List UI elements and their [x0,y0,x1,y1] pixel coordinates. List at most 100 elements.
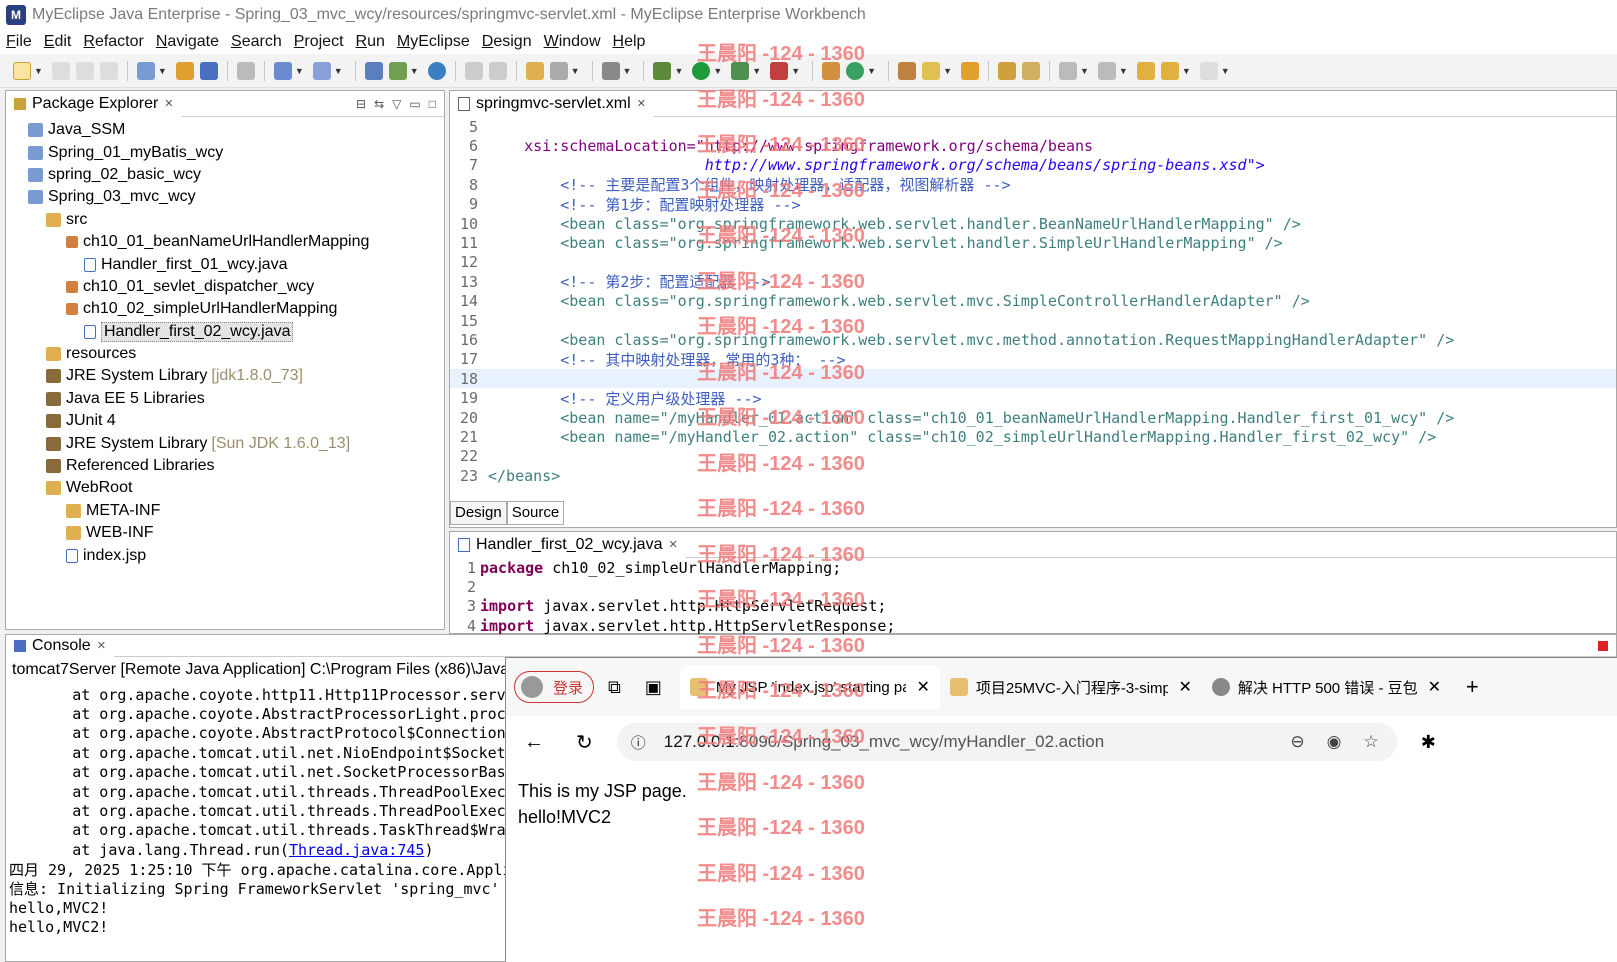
tree-item[interactable]: Handler_first_01_wcy.java [6,253,444,275]
terminal-icon[interactable] [601,61,620,80]
tree-item[interactable]: Spring_01_myBatis_wcy [6,141,444,163]
collapse-all-icon[interactable]: ⊟ [356,97,366,111]
tab-handler-first-02[interactable]: Handler_first_02_wcy.java ✕ [450,531,686,558]
menu-edit[interactable]: Edit [44,33,72,51]
tree-item[interactable]: Spring_03_mvc_wcy [6,186,444,208]
tree-item[interactable]: ch10_02_simpleUrlHandlerMapping [6,298,444,320]
save-all-icon[interactable] [75,61,94,80]
tab-design[interactable]: Design [450,501,507,525]
menu-refactor[interactable]: Refactor [83,33,143,51]
menu-myeclipse[interactable]: MyEclipse [397,33,470,51]
tab-actions-icon[interactable]: ▣ [645,677,662,698]
save-icon[interactable] [51,61,70,80]
database-icon[interactable] [236,61,255,80]
back-arrow-icon[interactable]: ← [524,731,544,754]
tree-item[interactable]: spring_02_basic_wcy [6,164,444,186]
close-icon[interactable]: ✕ [164,97,173,110]
tree-item[interactable]: resources [6,343,444,365]
tree-item[interactable]: WEB-INF [6,522,444,544]
forward-icon[interactable] [1199,61,1218,80]
next-annotation-icon[interactable] [1058,61,1077,80]
tree-item[interactable]: index.jsp [6,544,444,566]
menu-window[interactable]: Window [544,33,601,51]
view-menu-icon[interactable]: ▽ [392,97,401,111]
prev-annotation-icon[interactable] [1097,61,1116,80]
back-history-icon[interactable] [464,61,483,80]
tree-item[interactable]: ch10_01_beanNameUrlHandlerMapping [6,231,444,253]
browser-tab[interactable]: 项目25MVC-入门程序-3-simp ✕ [940,665,1202,709]
menu-design[interactable]: Design [482,33,532,51]
toggle-mark-icon[interactable] [997,61,1016,80]
forward-history-icon[interactable] [488,61,507,80]
report-run-icon[interactable] [312,61,331,80]
annotate-icon[interactable] [922,61,941,80]
tab-source[interactable]: Source [506,501,565,525]
tree-item-selected[interactable]: Handler_first_02_wcy.java [6,321,444,343]
server-icon[interactable] [136,61,155,80]
maximize-icon[interactable]: □ [429,97,436,111]
login-button[interactable]: 登录 [514,671,594,703]
last-edit-icon[interactable] [1136,61,1155,80]
tree-item[interactable]: Java_SSM [6,119,444,141]
new-package-icon[interactable] [846,61,865,80]
external-tools-icon[interactable] [770,61,789,80]
search-files-icon[interactable] [898,61,917,80]
zoom-out-icon[interactable]: ⊖ [1290,732,1304,752]
new-web-project-icon[interactable] [364,61,383,80]
tree-item[interactable]: Referenced Libraries [6,455,444,477]
minimize-icon[interactable]: ▭ [409,97,420,111]
menu-project[interactable]: Project [294,33,344,51]
refresh-icon[interactable]: ↻ [576,730,593,755]
tree-item[interactable]: JRE System Library [jdk1.8.0_73] [6,365,444,387]
menu-run[interactable]: Run [356,33,385,51]
open-type-icon[interactable] [525,61,544,80]
tab-springmvc-servlet[interactable]: springmvc-servlet.xml ✕ [450,90,654,117]
xml-code-area[interactable]: 5 6 xsi:schemaLocation="http://www.sprin… [450,117,1616,501]
close-icon[interactable]: ✕ [97,639,106,652]
open-folder-icon[interactable] [960,61,979,80]
browser-icon[interactable] [427,61,446,80]
package-icon[interactable] [199,61,218,80]
java-code-area[interactable]: 1 package ch10_02_simpleUrlHandlerMapping… [450,558,1616,636]
debug-icon[interactable] [653,61,672,80]
report-icon[interactable] [273,61,292,80]
tree-item[interactable]: ch10_01_sevlet_dispatcher_wcy [6,276,444,298]
tree-item[interactable]: WebRoot [6,477,444,499]
close-tab-icon[interactable]: ✕ [1178,677,1191,697]
menu-navigate[interactable]: Navigate [156,33,219,51]
close-tab-icon[interactable]: ✕ [1428,677,1441,697]
terminate-icon[interactable] [1598,640,1608,651]
back-icon[interactable] [1160,61,1179,80]
favorite-star-icon[interactable]: ☆ [1364,732,1379,752]
menu-search[interactable]: Search [231,33,282,51]
open-task-icon[interactable] [549,61,568,80]
deploy-icon[interactable] [175,61,194,80]
menu-file[interactable]: File [6,33,32,51]
new-icon[interactable] [13,61,31,80]
close-tab-icon[interactable]: ✕ [916,677,929,697]
close-icon[interactable]: ✕ [637,97,646,110]
stacktrace-link[interactable]: Thread.java:745 [289,841,424,859]
new-java-project-icon[interactable] [388,61,407,80]
new-tab-icon[interactable]: + [1466,674,1479,700]
print-icon[interactable] [99,61,118,80]
browser-tab[interactable]: 解决 HTTP 500 错误 - 豆包 ✕ [1202,665,1452,709]
coverage-icon[interactable] [731,61,750,80]
collections-icon[interactable]: ⧉ [608,677,621,698]
extensions-icon[interactable]: ✱ [1421,732,1436,753]
info-icon[interactable]: ⓘ [631,732,646,753]
tree-item[interactable]: JUnit 4 [6,410,444,432]
browser-tab-active[interactable]: My JSP 'index.jsp' starting pa ✕ [679,665,940,709]
tab-package-explorer[interactable]: Package Explorer ✕ [6,90,182,117]
tab-console[interactable]: Console ✕ [6,634,114,657]
tree-item[interactable]: src [6,209,444,231]
edge-icon[interactable]: ◉ [1327,732,1342,752]
new-class-icon[interactable] [822,61,841,80]
link-editor-icon[interactable]: ⇆ [374,97,384,111]
url-field[interactable]: ⓘ 127.0.0.1:8090/Spring_03_mvc_wcy/myHan… [616,723,1397,761]
close-icon[interactable]: ✕ [668,538,677,551]
tree-item[interactable]: Java EE 5 Libraries [6,388,444,410]
tree-item[interactable]: META-INF [6,500,444,522]
tree-item[interactable]: JRE System Library [Sun JDK 1.6.0_13] [6,432,444,454]
menu-help[interactable]: Help [613,33,646,51]
